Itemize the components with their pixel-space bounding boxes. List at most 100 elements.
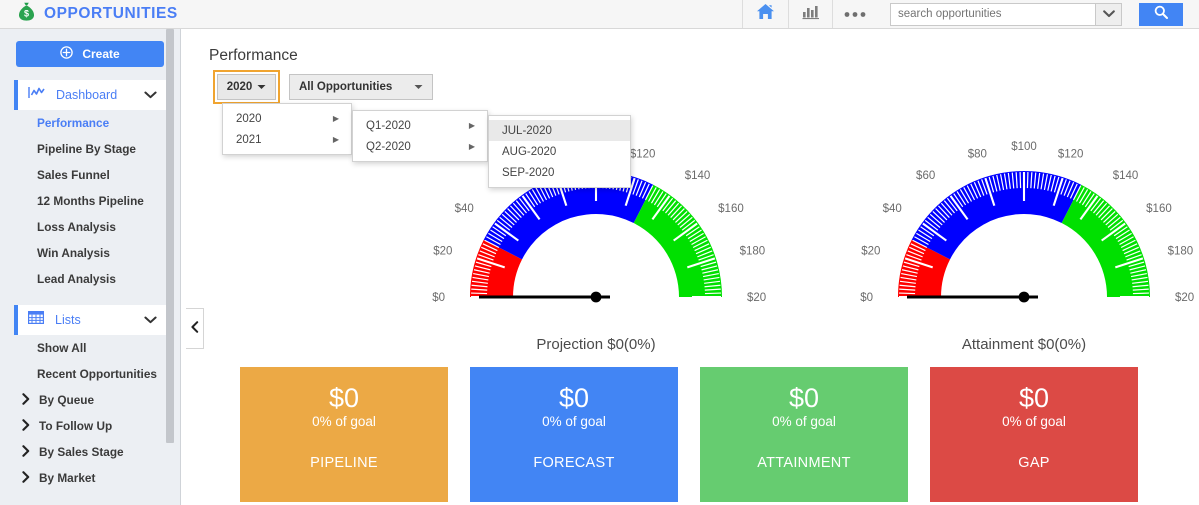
sidebar-section-lists-label: Lists [55, 313, 81, 327]
sidebar-item-win-analysis[interactable]: Win Analysis [0, 240, 180, 266]
svg-text:$180: $180 [740, 245, 766, 257]
menu-item-aug-2020[interactable]: AUG-2020 [489, 141, 630, 162]
sidebar-item-label: Pipeline By Stage [37, 142, 136, 156]
sidebar-item-label: 12 Months Pipeline [37, 194, 144, 208]
svg-text:$160: $160 [718, 203, 744, 215]
menu-item-year-2021[interactable]: 2021 ▶ [223, 129, 351, 150]
top-bar: $ OPPORTUNITIES [0, 0, 1199, 29]
search-icon [1154, 5, 1168, 24]
svg-text:$20: $20 [861, 245, 880, 257]
year-filter-label: 2020 [226, 81, 253, 93]
caret-down-icon [414, 81, 423, 93]
sidebar-section-dashboard-label: Dashboard [56, 88, 118, 102]
page-title: Performance [209, 47, 298, 64]
chevron-right-icon [22, 392, 30, 408]
sidebar-item-label: Win Analysis [37, 246, 110, 260]
svg-text:$120: $120 [1058, 148, 1084, 160]
create-button[interactable]: Create [16, 41, 164, 67]
year-filter-button[interactable]: 2020 [217, 74, 276, 100]
gauge-attainment-svg: $0 $20 $40 $60 $80 $100 $120 $140 $160 $180 $200 [860, 141, 1199, 304]
kpi-subtext: 0% of goal [542, 414, 606, 429]
search-submit-button[interactable] [1139, 2, 1183, 26]
scope-filter-button[interactable]: All Opportunities [289, 74, 433, 100]
search-scope-dropdown[interactable] [1095, 2, 1122, 26]
sidebar-item-performance[interactable]: Performance [0, 110, 180, 136]
search-input[interactable] [890, 2, 1095, 26]
sidebar-item-loss-analysis[interactable]: Loss Analysis [0, 214, 180, 240]
sidebar-item-by-sales-stage[interactable]: By Sales Stage [0, 439, 180, 465]
kpi-amount: $0 [788, 383, 820, 413]
grid-icon [28, 311, 45, 329]
sidebar-item-12-months-pipeline[interactable]: 12 Months Pipeline [0, 188, 180, 214]
sidebar-item-lead-analysis[interactable]: Lead Analysis [0, 266, 180, 292]
menu-item-q1-2020[interactable]: Q1-2020 ▶ [353, 115, 487, 136]
kpi-name: PIPELINE [310, 455, 378, 471]
kpi-card-row: $0 0% of goal PIPELINE $0 0% of goal FOR… [240, 367, 1138, 502]
kpi-card-attainment[interactable]: $0 0% of goal ATTAINMENT [700, 367, 908, 502]
svg-text:$160: $160 [1146, 203, 1172, 215]
sidebar-item-label: Sales Funnel [37, 168, 110, 182]
sidebar-item-to-follow-up[interactable]: To Follow Up [0, 413, 180, 439]
home-icon [756, 3, 775, 25]
kpi-amount: $0 [328, 383, 360, 413]
menu-item-sep-2020[interactable]: SEP-2020 [489, 162, 630, 183]
sidebar-item-by-queue[interactable]: By Queue [0, 387, 180, 413]
svg-text:$180: $180 [1168, 245, 1194, 257]
money-bag-icon: $ [18, 2, 35, 26]
more-options-button[interactable] [832, 0, 876, 28]
menu-item-label: AUG-2020 [502, 145, 557, 158]
svg-text:$120: $120 [630, 148, 656, 160]
gauge-attainment: $0 $20 $40 $60 $80 $100 $120 $140 $160 $180 $200 A… [854, 139, 1199, 353]
chevron-down-icon [1102, 5, 1115, 23]
sidebar-section-dashboard[interactable]: Dashboard [14, 80, 166, 110]
sidebar-item-label: To Follow Up [39, 419, 113, 433]
gauge-projection-caption: Projection $0(0%) [536, 336, 656, 353]
svg-text:$0: $0 [860, 292, 873, 304]
caret-right-icon: ▶ [468, 121, 475, 130]
line-chart-icon [28, 86, 45, 104]
kpi-name: GAP [1018, 455, 1050, 471]
svg-text:$60: $60 [916, 170, 935, 182]
menu-item-jul-2020[interactable]: JUL-2020 [489, 120, 630, 141]
sidebar: Create Dashboard Performance Pipeline By… [0, 29, 181, 505]
kpi-card-forecast[interactable]: $0 0% of goal FORECAST [470, 367, 678, 502]
sidebar-scrollbar-thumb[interactable] [166, 29, 174, 443]
svg-text:$40: $40 [883, 203, 902, 215]
year-dropdown-menu: 2020 ▶ 2021 ▶ [222, 103, 352, 155]
reports-button[interactable] [788, 0, 832, 28]
menu-item-year-2020[interactable]: 2020 ▶ [223, 108, 351, 129]
sidebar-item-pipeline-by-stage[interactable]: Pipeline By Stage [0, 136, 180, 162]
sidebar-collapse-button[interactable] [186, 308, 204, 349]
kpi-name: FORECAST [533, 455, 615, 471]
quarter-dropdown-menu: Q1-2020 ▶ Q2-2020 ▶ [352, 110, 488, 162]
scope-filter-label: All Opportunities [299, 81, 393, 93]
kpi-subtext: 0% of goal [312, 414, 376, 429]
caret-right-icon: ▶ [332, 114, 339, 123]
kpi-amount: $0 [558, 383, 590, 413]
svg-text:$: $ [24, 9, 29, 19]
svg-text:$100: $100 [1011, 141, 1037, 153]
sidebar-scrollbar[interactable] [166, 29, 174, 501]
chevron-down-icon [144, 311, 157, 329]
sidebar-item-by-market[interactable]: By Market [0, 465, 180, 491]
sidebar-item-recent-opportunities[interactable]: Recent Opportunities [0, 361, 180, 387]
sidebar-item-label: Recent Opportunities [37, 367, 157, 381]
home-button[interactable] [742, 0, 788, 28]
kpi-card-gap[interactable]: $0 0% of goal GAP [930, 367, 1138, 502]
svg-text:$80: $80 [968, 148, 987, 160]
sidebar-item-label: Lead Analysis [37, 272, 116, 286]
svg-text:$140: $140 [685, 170, 711, 182]
chevron-right-icon [22, 418, 30, 434]
month-dropdown-menu: JUL-2020 AUG-2020 SEP-2020 [488, 115, 631, 188]
chevron-down-icon [144, 86, 157, 104]
menu-item-q2-2020[interactable]: Q2-2020 ▶ [353, 136, 487, 157]
sidebar-item-sales-funnel[interactable]: Sales Funnel [0, 162, 180, 188]
kpi-card-pipeline[interactable]: $0 0% of goal PIPELINE [240, 367, 448, 502]
sidebar-item-label: By Sales Stage [39, 445, 124, 459]
bar-chart-icon [802, 4, 820, 25]
svg-text:$140: $140 [1113, 170, 1139, 182]
sidebar-item-label: By Queue [39, 393, 95, 407]
sidebar-section-lists[interactable]: Lists [14, 305, 166, 335]
caret-right-icon: ▶ [468, 142, 475, 151]
sidebar-item-show-all[interactable]: Show All [0, 335, 180, 361]
